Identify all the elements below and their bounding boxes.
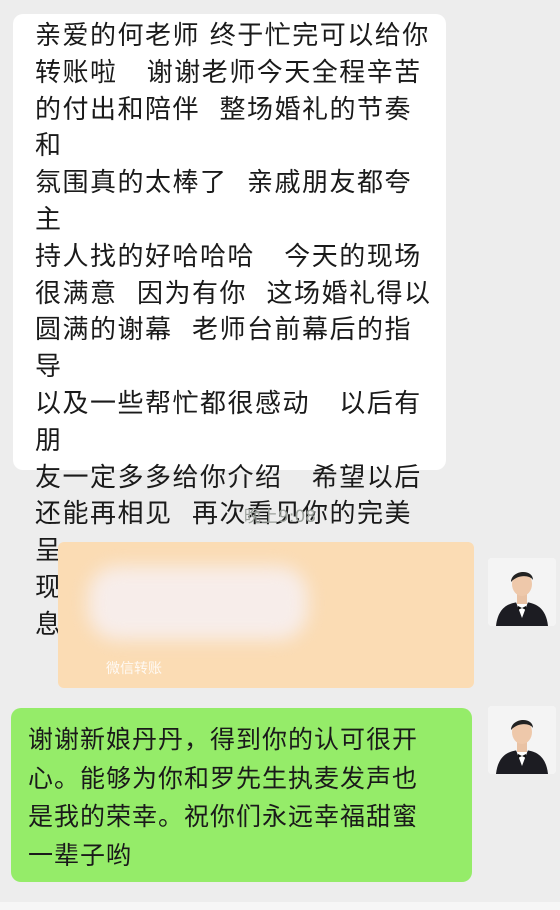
avatar[interactable] bbox=[488, 558, 556, 626]
message-timestamp: 晚上9:08 bbox=[243, 507, 317, 527]
avatar-photo bbox=[488, 706, 556, 774]
transfer-label: 微信转账 bbox=[106, 661, 162, 677]
bottom-edge bbox=[0, 902, 560, 910]
incoming-message-bubble[interactable]: 亲爱的何老师 终于忙完可以给你 转账啦 谢谢老师今天全程辛苦 的付出和陪伴 整场… bbox=[13, 14, 446, 673]
avatar-photo bbox=[488, 558, 556, 626]
outgoing-message-bubble[interactable]: 谢谢新娘丹丹，得到你的认可很开 心。能够为你和罗先生执麦发声也 是我的荣幸。祝你… bbox=[11, 708, 472, 882]
outgoing-message-text: 谢谢新娘丹丹，得到你的认可很开 心。能够为你和罗先生执麦发声也 是我的荣幸。祝你… bbox=[28, 725, 419, 870]
avatar[interactable] bbox=[488, 706, 556, 774]
transfer-amount-blurred bbox=[88, 566, 308, 640]
transfer-card[interactable]: 微信转账 bbox=[58, 542, 474, 688]
